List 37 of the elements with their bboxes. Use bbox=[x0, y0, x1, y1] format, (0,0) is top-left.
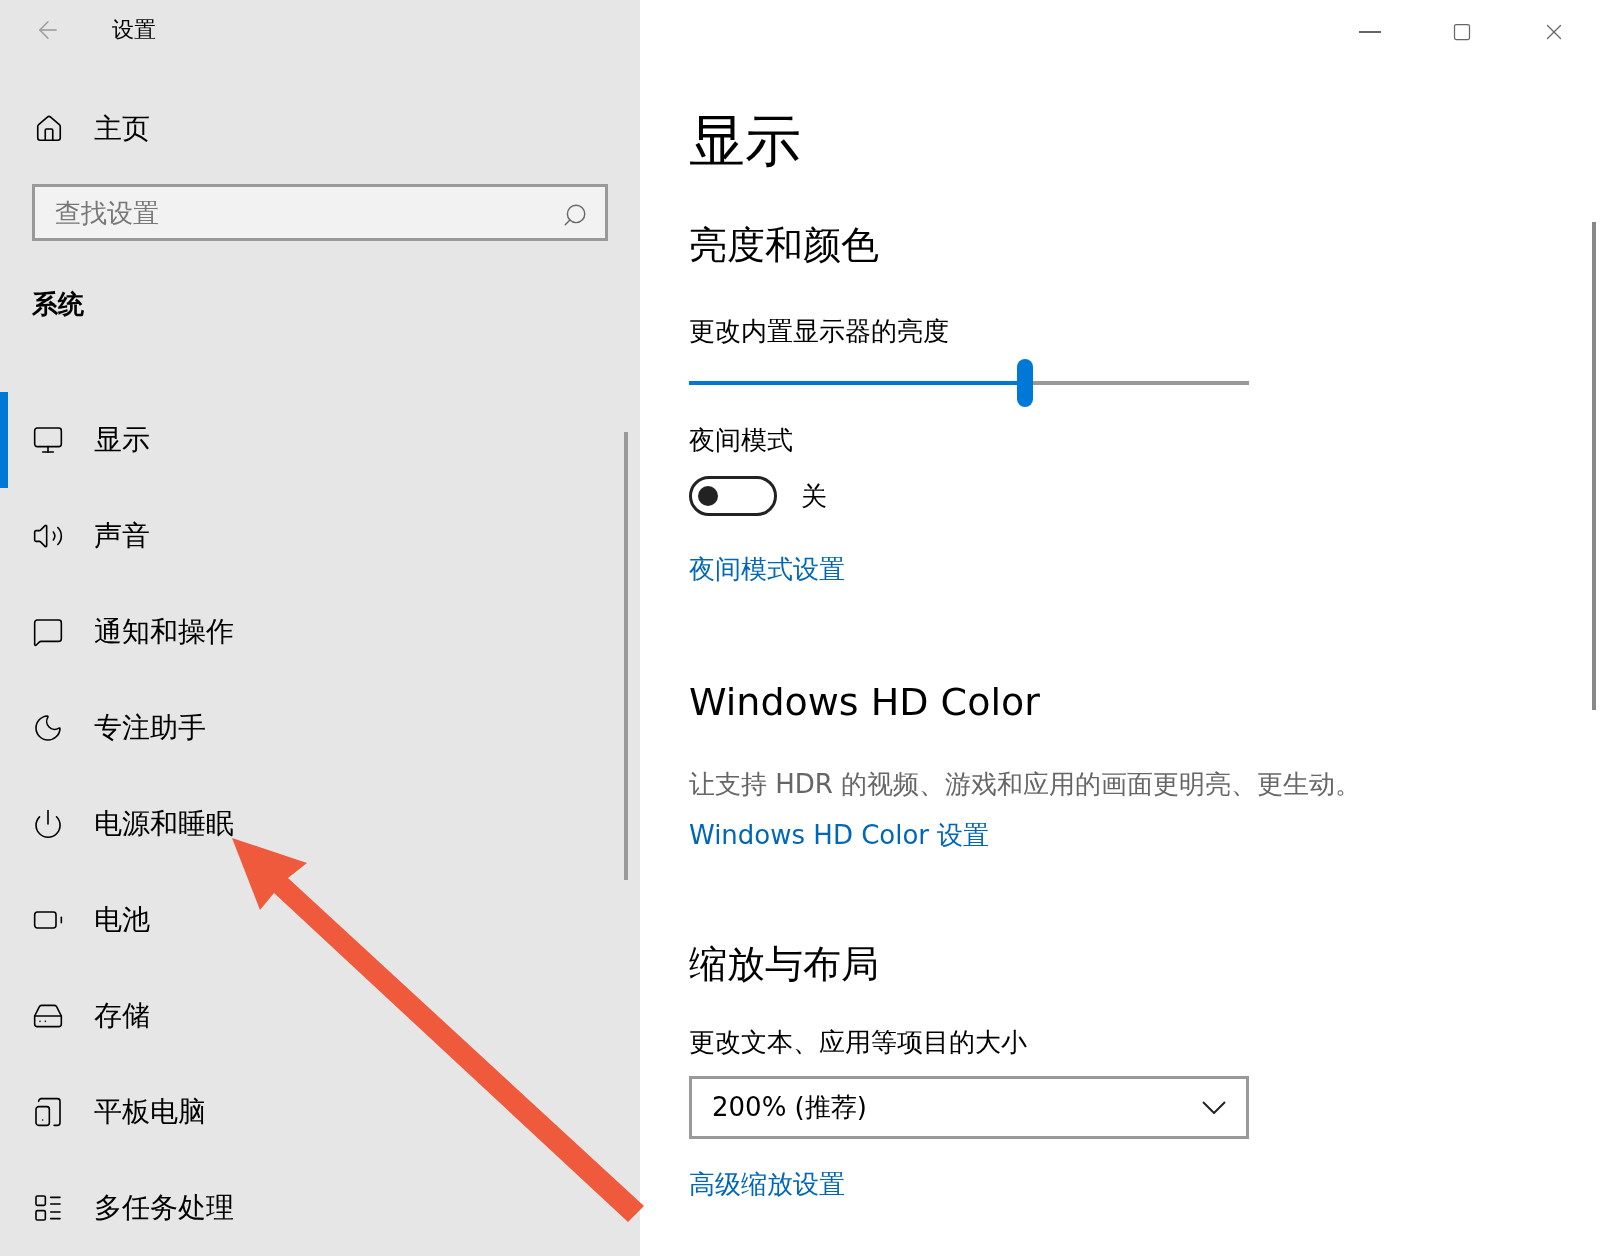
sidebar-item[interactable]: 平板电脑 bbox=[0, 1064, 640, 1160]
scale-dropdown[interactable]: 200% (推荐) bbox=[689, 1076, 1249, 1139]
settings-link[interactable]: 夜间模式设置 bbox=[689, 550, 845, 589]
sidebar-item[interactable]: 通知和操作 bbox=[0, 584, 640, 680]
toggle-state: 关 bbox=[801, 479, 827, 513]
sidebar-item[interactable]: 电源和睡眠 bbox=[0, 776, 640, 872]
sidebar-item[interactable]: 专注助手 bbox=[0, 680, 640, 776]
power-icon bbox=[32, 808, 64, 840]
tablet-icon bbox=[32, 1096, 64, 1128]
section-heading: Windows HD Color bbox=[689, 679, 1040, 726]
settings-link[interactable]: Windows HD Color 设置 bbox=[689, 816, 990, 855]
monitor-icon bbox=[32, 424, 64, 456]
dropdown-label: 更改文本、应用等项目的大小 bbox=[689, 1026, 1027, 1059]
chevron-down-icon bbox=[1202, 1101, 1226, 1114]
brightness-slider[interactable] bbox=[689, 359, 1249, 407]
settings-link[interactable]: 高级缩放设置 bbox=[689, 1165, 845, 1204]
maximize-icon bbox=[1452, 22, 1472, 42]
page-title: 显示 bbox=[689, 107, 801, 175]
section-heading: 亮度和颜色 bbox=[689, 222, 879, 269]
night-mode-toggle[interactable] bbox=[689, 476, 777, 516]
section-heading: 系统 bbox=[32, 288, 85, 321]
toggle-label: 夜间模式 bbox=[689, 424, 793, 457]
list-icon bbox=[32, 1192, 64, 1224]
slider-thumb[interactable] bbox=[1017, 359, 1033, 407]
sidebar-item[interactable]: 多任务处理 bbox=[0, 1160, 640, 1256]
slider-label: 更改内置显示器的亮度 bbox=[689, 315, 949, 348]
sidebar-item[interactable]: 电池 bbox=[0, 872, 640, 968]
sidebar-item[interactable]: 存储 bbox=[0, 968, 640, 1064]
section-heading: 缩放与布局 bbox=[689, 941, 879, 988]
home-item[interactable]: 主页 bbox=[0, 104, 640, 155]
window-title: 设置 bbox=[112, 16, 156, 45]
sidebar-item[interactable]: 声音 bbox=[0, 488, 640, 584]
moon-icon bbox=[32, 712, 64, 744]
minimize-icon bbox=[1359, 31, 1381, 33]
speech-bubble-icon bbox=[32, 616, 64, 648]
search-field[interactable]: 查找设置 bbox=[32, 184, 608, 241]
description: 让支持 HDR 的视频、游戏和应用的画面更明亮、更生动。 bbox=[689, 768, 1362, 801]
